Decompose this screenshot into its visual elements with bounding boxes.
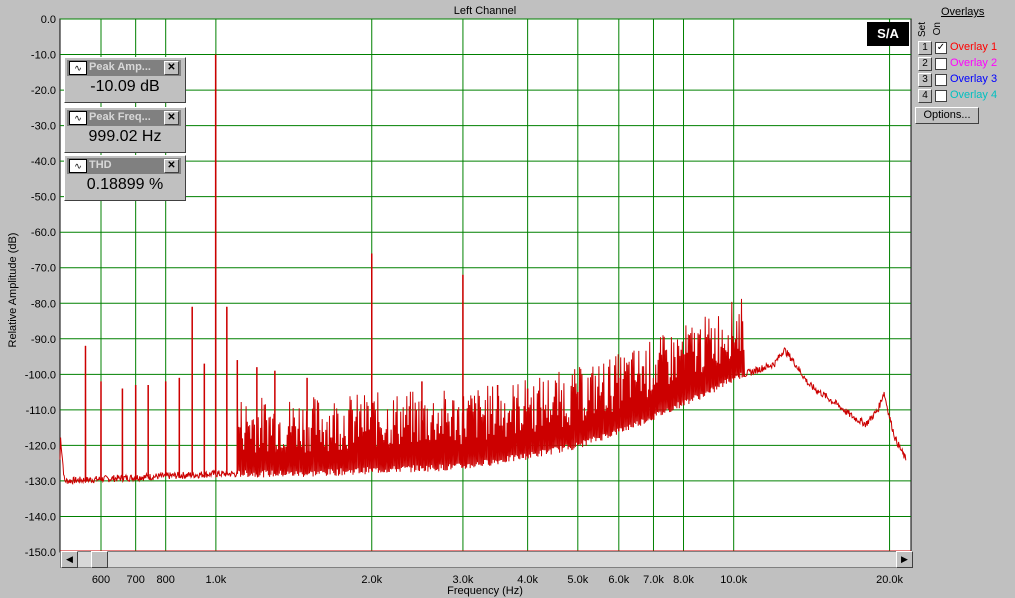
meter-header: ∿ THD ✕ (67, 158, 181, 174)
overlay-label: Overlay 2 (950, 57, 998, 69)
app-logo: S/A (867, 22, 909, 46)
overlays-on-column: On (932, 22, 943, 36)
x-tick-label: 8.0k (673, 574, 694, 586)
meter-value: -10.09 dB (90, 78, 160, 95)
x-tick-label: 800 (157, 574, 175, 586)
meter-header: ∿ Peak Amp... ✕ (67, 60, 181, 76)
y-tick-label: -40.0 (31, 156, 56, 168)
options-button[interactable]: Options... (915, 107, 979, 124)
meter-thd[interactable]: ∿ THD ✕ 0.18899 % (64, 155, 186, 201)
x-axis-label: Frequency (Hz) (447, 585, 523, 597)
waveform-icon: ∿ (69, 159, 87, 173)
y-tick-label: -150.0 (25, 547, 56, 559)
overlay-label: Overlay 3 (950, 73, 998, 85)
overlays-set-column: Set (917, 22, 928, 38)
meter-peak-amplitude[interactable]: ∿ Peak Amp... ✕ -10.09 dB (64, 57, 186, 103)
x-tick-label: 5.0k (567, 574, 588, 586)
scrollbar-track[interactable] (60, 551, 911, 568)
y-tick-label: -120.0 (25, 440, 56, 452)
meter-title: Peak Amp... (89, 61, 151, 73)
y-tick-label: -60.0 (31, 227, 56, 239)
overlays-header: Overlays (941, 6, 985, 18)
waveform-icon: ∿ (69, 111, 87, 125)
y-tick-label: -80.0 (31, 298, 56, 310)
y-tick-label: -100.0 (25, 369, 56, 381)
overlay-checkbox[interactable] (935, 74, 947, 86)
overlay-set-button[interactable]: 2 (918, 57, 932, 71)
y-tick-label: -70.0 (31, 263, 56, 275)
y-tick-label: -90.0 (31, 334, 56, 346)
meter-value: 999.02 Hz (88, 128, 162, 145)
y-tick-label: -20.0 (31, 85, 56, 97)
waveform-icon: ∿ (69, 61, 87, 75)
overlay-label: Overlay 4 (950, 89, 998, 101)
x-tick-label: 1.0k (205, 574, 226, 586)
meter-title: THD (89, 159, 112, 171)
y-axis-ticks: 0.0 -10.0 -20.0 -30.0 -40.0 -50.0 -60.0 -70.0 -8… (25, 14, 56, 559)
close-icon[interactable]: ✕ (164, 61, 179, 75)
x-tick-label: 600 (92, 574, 110, 586)
overlay-checkbox[interactable] (935, 90, 947, 102)
x-tick-label: 20.0k (876, 574, 903, 586)
overlay-checkbox[interactable] (935, 58, 947, 70)
chart-title: Left Channel (454, 5, 516, 17)
overlay-set-button[interactable]: 4 (918, 89, 932, 103)
y-axis-label: Relative Amplitude (dB) (7, 233, 19, 348)
x-tick-label: 7.0k (643, 574, 664, 586)
plot-area (59, 18, 912, 553)
overlay-label: Overlay 1 (950, 41, 998, 53)
y-tick-label: -10.0 (31, 50, 56, 62)
scroll-left-button[interactable]: ◀ (61, 551, 78, 568)
close-icon[interactable]: ✕ (164, 111, 179, 125)
y-tick-label: -110.0 (26, 405, 56, 417)
y-tick-label: -50.0 (31, 192, 56, 204)
x-tick-label: 6.0k (608, 574, 629, 586)
overlay-set-button[interactable]: 3 (918, 73, 932, 87)
x-tick-label: 2.0k (361, 574, 382, 586)
y-tick-label: 0.0 (41, 14, 56, 26)
meter-title: Peak Freq... (89, 111, 151, 123)
x-tick-label: 700 (126, 574, 144, 586)
scroll-right-button[interactable]: ▶ (896, 551, 913, 568)
y-tick-label: -140.0 (25, 511, 56, 523)
scroll-thumb[interactable] (91, 551, 108, 568)
close-icon[interactable]: ✕ (164, 159, 179, 173)
overlay-checkbox[interactable]: ✓ (935, 42, 947, 54)
overlay-set-button[interactable]: 1 (918, 41, 932, 55)
meter-header: ∿ Peak Freq... ✕ (67, 110, 181, 126)
meter-peak-frequency[interactable]: ∿ Peak Freq... ✕ 999.02 Hz (64, 107, 186, 153)
x-tick-label: 10.0k (720, 574, 747, 586)
meter-value: 0.18899 % (86, 176, 164, 193)
y-tick-label: -30.0 (31, 121, 56, 133)
y-tick-label: -130.0 (25, 476, 56, 488)
